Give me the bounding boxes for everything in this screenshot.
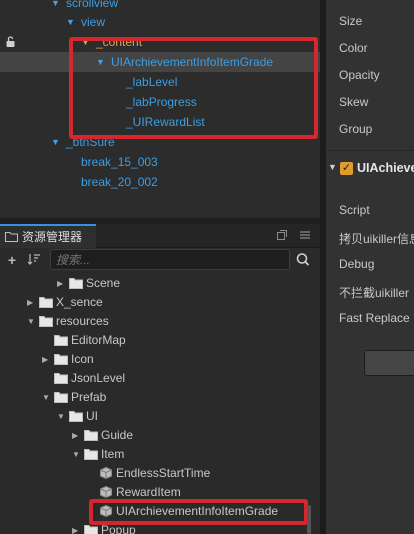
asset-label: Prefab xyxy=(71,390,107,404)
folder-icon xyxy=(84,525,98,534)
folder-icon xyxy=(69,278,83,289)
asset-tree: ▶ Scene ▶ X_sence ▼ resources EditorMap … xyxy=(0,273,320,534)
folder-icon xyxy=(54,335,68,346)
folder-icon xyxy=(54,392,68,403)
prefab-icon xyxy=(100,467,112,479)
highlight-box xyxy=(69,37,318,139)
asset-prefab-endlessstarttime[interactable]: EndlessStartTime xyxy=(0,464,320,483)
maximize-icon[interactable] xyxy=(276,229,288,241)
asset-folder-x-sence[interactable]: ▶ X_sence xyxy=(0,293,320,312)
prop-script-label: Script xyxy=(339,203,370,217)
expand-arrow-icon[interactable]: ▶ xyxy=(72,521,78,534)
asset-toolbar: + xyxy=(0,248,320,272)
left-column: ▼ scrollview ▼ view ▼ _content ▼ UIArchi… xyxy=(0,0,320,534)
folder-icon xyxy=(5,232,18,242)
asset-folder-icon[interactable]: ▶ Icon xyxy=(0,350,320,369)
expand-arrow-icon[interactable]: ▼ xyxy=(27,312,35,331)
asset-label: UI xyxy=(86,409,98,423)
lock-icon[interactable] xyxy=(5,36,16,47)
prefab-icon xyxy=(100,486,112,498)
prop-color-label: Color xyxy=(339,41,368,55)
prop-opacity-label: Opacity xyxy=(339,68,380,82)
expand-arrow-icon[interactable]: ▶ xyxy=(57,274,63,293)
component-header[interactable]: ▼ ✓ UIAchievementInfoItemGrade xyxy=(326,156,414,182)
prop-skew-label: Skew xyxy=(339,95,369,109)
expand-arrow-icon[interactable]: ▼ xyxy=(72,445,80,464)
section-divider xyxy=(326,150,414,151)
node-label: break_20_002 xyxy=(81,175,158,189)
asset-label: X_sence xyxy=(56,295,103,309)
folder-icon xyxy=(69,411,83,422)
prop-group-label: Group xyxy=(339,122,373,136)
asset-label: EndlessStartTime xyxy=(116,466,211,480)
asset-folder-ui[interactable]: ▼ UI xyxy=(0,407,320,426)
expand-arrow-icon[interactable]: ▼ xyxy=(51,132,60,152)
node-label: view xyxy=(81,15,106,29)
asset-label: resources xyxy=(56,314,109,328)
node-break-15-003[interactable]: break_15_003 xyxy=(0,152,320,172)
component-title: UIAchievementInfoItemGrade xyxy=(357,161,414,175)
asset-label: Scene xyxy=(86,276,121,290)
folder-icon xyxy=(84,430,98,441)
expand-arrow-icon[interactable]: ▼ xyxy=(57,407,65,426)
inspector-panel: Size Color Opacity Skew Group ▼ ✓ UIAchi… xyxy=(326,0,414,534)
expand-arrow-icon[interactable]: ▶ xyxy=(42,350,48,369)
add-icon[interactable]: + xyxy=(4,252,20,268)
tab-label: 资源管理器 xyxy=(22,230,83,244)
tab-asset-manager[interactable]: 资源管理器 xyxy=(0,224,96,248)
node-hierarchy-panel: ▼ scrollview ▼ view ▼ _content ▼ UIArchi… xyxy=(0,0,320,218)
prop-no-intercept-uikiller-label: 不拦截uikiller xyxy=(339,286,410,300)
collapse-arrow-icon[interactable]: ▼ xyxy=(328,162,337,172)
scrollbar[interactable] xyxy=(307,505,311,534)
asset-label: Guide xyxy=(101,428,134,442)
inspector-button[interactable] xyxy=(364,350,414,376)
expand-arrow-icon[interactable]: ▼ xyxy=(42,388,50,407)
menu-icon[interactable] xyxy=(299,229,311,241)
search-box xyxy=(50,249,290,270)
asset-folder-editormap[interactable]: EditorMap xyxy=(0,331,320,350)
node-view[interactable]: ▼ view xyxy=(0,12,320,32)
asset-label: JsonLevel xyxy=(71,371,126,385)
asset-folder-scene[interactable]: ▶ Scene xyxy=(0,274,320,293)
component-enabled-checkbox[interactable]: ✓ xyxy=(340,162,353,175)
asset-label: Icon xyxy=(71,352,94,366)
search-icon[interactable] xyxy=(291,249,315,270)
asset-folder-item[interactable]: ▼ Item xyxy=(0,445,320,464)
asset-folder-guide[interactable]: ▶ Guide xyxy=(0,426,320,445)
folder-icon xyxy=(54,373,68,384)
folder-icon xyxy=(54,354,68,365)
highlight-box xyxy=(89,499,308,525)
asset-label: EditorMap xyxy=(71,333,126,347)
expand-arrow-icon[interactable]: ▼ xyxy=(66,12,75,32)
sort-icon[interactable] xyxy=(26,252,42,268)
prop-fast-replace-label: Fast Replace xyxy=(339,311,410,325)
search-input[interactable] xyxy=(51,250,289,269)
folder-icon xyxy=(84,449,98,460)
folder-icon xyxy=(39,297,53,308)
asset-label: Item xyxy=(101,447,125,461)
asset-folder-prefab[interactable]: ▼ Prefab xyxy=(0,388,320,407)
prop-copy-uikiller-label: 拷贝uikiller信息 xyxy=(339,232,414,246)
node-label: break_15_003 xyxy=(81,155,158,169)
asset-panel-header: 资源管理器 xyxy=(0,224,320,248)
asset-folder-jsonlevel[interactable]: JsonLevel xyxy=(0,369,320,388)
folder-icon xyxy=(39,316,53,327)
node-break-20-002[interactable]: break_20_002 xyxy=(0,172,320,192)
asset-folder-resources[interactable]: ▼ resources xyxy=(0,312,320,331)
prop-debug-label: Debug xyxy=(339,257,375,271)
prop-size-label: Size xyxy=(339,14,363,28)
expand-arrow-icon[interactable]: ▶ xyxy=(72,426,78,445)
expand-arrow-icon[interactable]: ▶ xyxy=(27,293,33,312)
